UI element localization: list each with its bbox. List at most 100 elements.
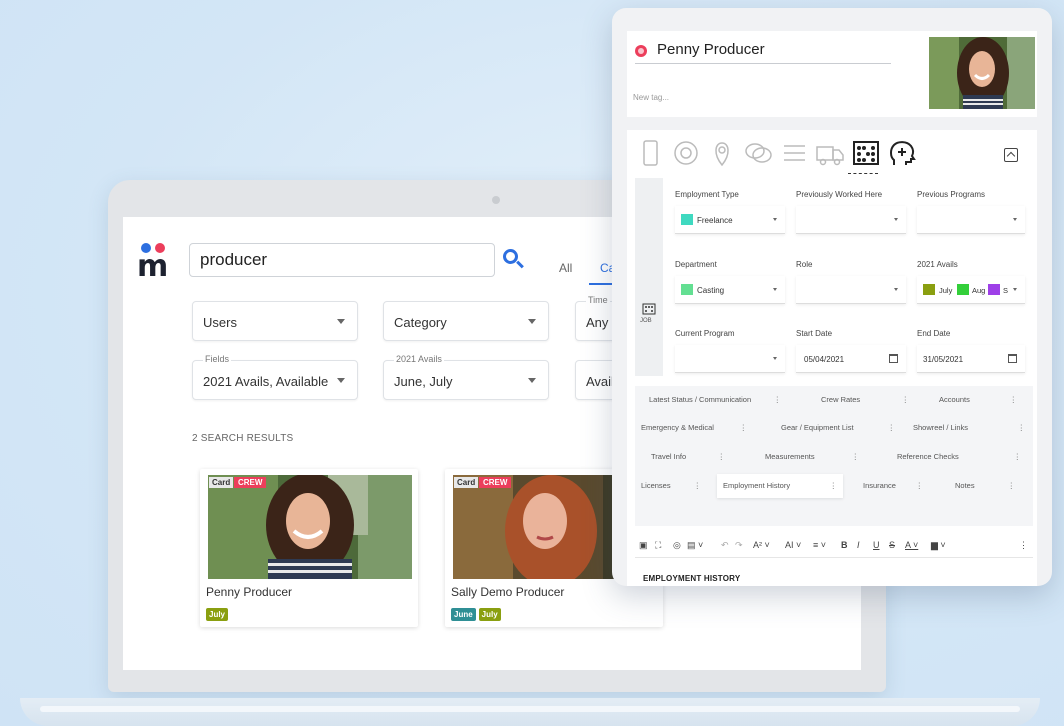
redo-icon[interactable]: ↷ xyxy=(735,540,743,551)
at-icon[interactable] xyxy=(671,138,701,168)
avails-2021-select[interactable]: July Aug S xyxy=(917,276,1025,304)
tab-licenses[interactable]: Licenses ⋮ xyxy=(635,474,707,498)
crew-tag: CREW xyxy=(479,477,512,488)
more-icon[interactable]: ⋮ xyxy=(1010,388,1018,412)
ambulance-icon[interactable] xyxy=(815,138,845,168)
tab-emergency-medical[interactable]: Emergency & Medical ⋮ xyxy=(635,416,753,440)
italic-button[interactable]: I xyxy=(857,540,860,550)
end-date-input[interactable]: 31/05/2021 xyxy=(917,345,1025,373)
more-icon[interactable]: ⋮ xyxy=(902,388,910,412)
chevron-down-icon xyxy=(773,357,777,360)
tab-label: Showreel / Links xyxy=(913,423,969,432)
tab-insurance[interactable]: Insurance ⋮ xyxy=(857,474,929,498)
previous-programs-select[interactable] xyxy=(917,206,1025,234)
result-name[interactable]: Penny Producer xyxy=(206,585,292,599)
tab-measurements[interactable]: Measurements ⋮ xyxy=(759,445,865,469)
avail-dropdown-value: Avail xyxy=(586,374,614,389)
tab-travel-info[interactable]: Travel Info ⋮ xyxy=(645,445,731,469)
calendar-icon[interactable] xyxy=(1008,354,1017,363)
tab-label: Reference Checks xyxy=(897,452,959,461)
background-color-button[interactable]: ▆ ˅ xyxy=(931,540,946,551)
current-program-select[interactable] xyxy=(675,345,785,373)
font-size-button[interactable]: A² ˅ xyxy=(753,540,770,550)
role-select[interactable] xyxy=(796,276,906,304)
link-icon[interactable]: ◎ xyxy=(673,540,681,551)
tab-reference-checks[interactable]: Reference Checks ⋮ xyxy=(891,445,1027,469)
calendar-icon[interactable] xyxy=(889,354,898,363)
more-icon[interactable]: ⋮ xyxy=(718,445,726,469)
chevron-down-icon xyxy=(773,218,777,221)
result-card[interactable]: Card CREW Penny Producer July xyxy=(200,469,418,627)
list-icon[interactable] xyxy=(779,138,809,168)
category-dropdown[interactable]: Category xyxy=(383,301,549,341)
font-color-button[interactable]: A ˅ xyxy=(905,540,918,550)
employment-type-select[interactable]: Freelance xyxy=(675,206,785,234)
status-dot-icon xyxy=(635,45,647,57)
underline-button[interactable]: U xyxy=(873,540,880,550)
color-swatch xyxy=(681,214,693,225)
results-count: 2 SEARCH RESULTS xyxy=(192,433,294,444)
tab-label: Emergency & Medical xyxy=(641,423,714,432)
align-button[interactable]: ≡ ˅ xyxy=(813,540,826,550)
more-icon[interactable]: ⋮ xyxy=(694,474,702,498)
strikethrough-button[interactable]: S xyxy=(889,540,895,550)
profile-name[interactable]: Penny Producer xyxy=(657,41,765,58)
tab-gear-equipment[interactable]: Gear / Equipment List ⋮ xyxy=(775,416,901,440)
phone-icon[interactable] xyxy=(635,138,665,168)
image-icon[interactable]: ▣ xyxy=(639,540,648,551)
color-swatch xyxy=(988,284,1000,295)
chevron-down-icon xyxy=(528,319,536,324)
end-date-value: 31/05/2021 xyxy=(923,355,964,364)
more-icon[interactable]: ⋮ xyxy=(1019,540,1028,551)
start-date-input[interactable]: 05/04/2021 xyxy=(796,345,906,373)
tab-crew-rates[interactable]: Crew Rates ⋮ xyxy=(815,388,915,412)
location-pin-icon[interactable] xyxy=(707,138,737,168)
chevron-down-icon xyxy=(894,218,898,221)
side-tab-job[interactable]: JOB xyxy=(635,178,663,376)
chevron-down-icon xyxy=(1013,218,1017,221)
department-select[interactable]: Casting xyxy=(675,276,785,304)
avails-2021-label: 2021 Avails xyxy=(394,354,444,364)
users-dropdown[interactable]: Users xyxy=(192,301,358,341)
tab-employment-history[interactable]: Employment History ⋮ xyxy=(717,474,843,498)
more-icon[interactable]: ⋮ xyxy=(774,388,782,412)
fields-dropdown[interactable]: Fields 2021 Avails, Available xyxy=(192,354,358,400)
collapse-icon[interactable] xyxy=(1004,148,1018,162)
app-logo[interactable]: m xyxy=(135,241,171,284)
more-icon[interactable]: ⋮ xyxy=(1014,445,1022,469)
tab-all[interactable]: All xyxy=(559,261,572,275)
font-case-button[interactable]: AI ˅ xyxy=(785,540,801,550)
more-icon[interactable]: ⋮ xyxy=(740,416,748,440)
more-icon[interactable]: ⋮ xyxy=(852,445,860,469)
avail-badge-july: July xyxy=(206,608,229,621)
fullscreen-icon[interactable]: ⛶ xyxy=(655,540,661,551)
chevron-down-icon xyxy=(894,288,898,291)
search-input[interactable]: producer xyxy=(189,243,495,277)
more-icon[interactable]: ⋮ xyxy=(1018,416,1026,440)
more-icon[interactable]: ⋮ xyxy=(1008,474,1016,498)
undo-icon[interactable]: ↶ xyxy=(721,540,729,551)
result-name[interactable]: Sally Demo Producer xyxy=(451,585,564,599)
previously-worked-select[interactable] xyxy=(796,206,906,234)
head-plus-icon[interactable] xyxy=(887,138,917,168)
side-tab-label: JOB xyxy=(640,318,652,324)
bold-button[interactable]: B xyxy=(841,540,848,550)
new-tag-input[interactable]: New tag... xyxy=(633,93,669,102)
color-swatch xyxy=(923,284,935,295)
search-icon[interactable] xyxy=(501,247,525,271)
avails-2021-value: June, July xyxy=(394,374,453,389)
chat-icon[interactable] xyxy=(743,138,773,168)
more-icon[interactable]: ⋮ xyxy=(888,416,896,440)
more-icon[interactable]: ⋮ xyxy=(916,474,924,498)
tab-latest-status[interactable]: Latest Status / Communication ⋮ xyxy=(643,388,787,412)
more-icon[interactable]: ⋮ xyxy=(830,474,838,498)
tab-notes[interactable]: Notes ⋮ xyxy=(949,474,1021,498)
tab-accounts[interactable]: Accounts ⋮ xyxy=(933,388,1023,412)
profile-header: Penny Producer New tag... xyxy=(627,31,1037,117)
avails-2021-dropdown[interactable]: 2021 Avails June, July xyxy=(383,354,549,400)
avail-chip-july: July xyxy=(939,286,953,295)
abacus-job-icon[interactable] xyxy=(851,138,881,168)
field-label: Current Program xyxy=(675,329,735,338)
format-icon[interactable]: ▤ ˅ xyxy=(687,540,703,551)
tab-showreel-links[interactable]: Showreel / Links ⋮ xyxy=(907,416,1031,440)
